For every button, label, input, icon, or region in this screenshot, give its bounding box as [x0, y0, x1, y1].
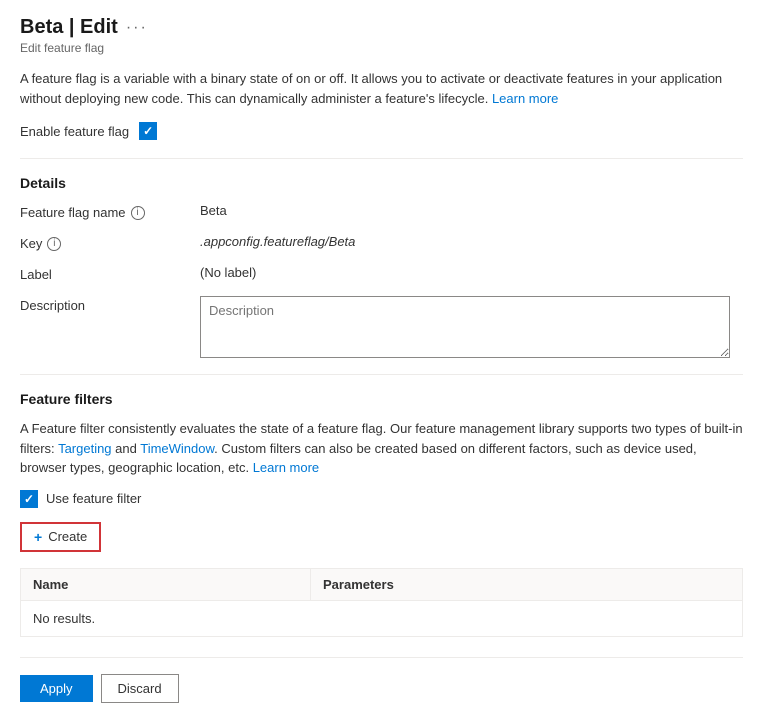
- enable-feature-flag-checkbox[interactable]: [139, 122, 157, 140]
- enable-feature-flag-row: Enable feature flag: [20, 122, 743, 140]
- description-input[interactable]: [200, 296, 730, 358]
- intro-text: A feature flag is a variable with a bina…: [20, 69, 743, 108]
- targeting-highlight: Targeting: [58, 441, 111, 456]
- discard-button[interactable]: Discard: [101, 674, 179, 703]
- enable-label: Enable feature flag: [20, 124, 129, 139]
- footer-bar: Apply Discard: [20, 657, 743, 703]
- feature-filters-section-title: Feature filters: [20, 391, 743, 407]
- ellipsis-menu[interactable]: ···: [126, 19, 148, 37]
- key-label: Key i: [20, 234, 200, 251]
- create-button-label: Create: [48, 529, 87, 544]
- divider-2: [20, 374, 743, 375]
- feature-flag-name-label: Feature flag name i: [20, 203, 200, 220]
- timewindow-highlight: TimeWindow: [140, 441, 214, 456]
- create-button[interactable]: + Create: [20, 522, 101, 552]
- label-row: Label (No label): [20, 265, 743, 282]
- key-value: .appconfig.featureflag/Beta: [200, 234, 355, 249]
- filters-table: Name Parameters No results.: [20, 568, 743, 637]
- divider-1: [20, 158, 743, 159]
- key-row: Key i .appconfig.featureflag/Beta: [20, 234, 743, 251]
- feature-filters-learn-more-link[interactable]: Learn more: [253, 460, 319, 475]
- plus-icon: +: [34, 529, 42, 545]
- feature-filters-desc: A Feature filter consistently evaluates …: [20, 419, 743, 478]
- table-empty-message: No results.: [21, 601, 742, 636]
- description-row: Description: [20, 296, 743, 358]
- use-feature-filter-checkbox[interactable]: [20, 490, 38, 508]
- apply-button[interactable]: Apply: [20, 675, 93, 702]
- feature-flag-name-row: Feature flag name i Beta: [20, 203, 743, 220]
- description-label: Description: [20, 296, 200, 313]
- table-col-params-header: Parameters: [311, 569, 692, 600]
- table-header: Name Parameters: [21, 569, 742, 601]
- use-feature-filter-label: Use feature filter: [46, 491, 141, 506]
- page-subtitle: Edit feature flag: [20, 41, 743, 55]
- table-col-actions-header: [692, 569, 742, 600]
- intro-learn-more-link[interactable]: Learn more: [492, 91, 558, 106]
- label-label: Label: [20, 265, 200, 282]
- feature-flag-name-value: Beta: [200, 203, 227, 218]
- use-feature-filter-row: Use feature filter: [20, 490, 743, 508]
- table-col-name-header: Name: [21, 569, 311, 600]
- label-value: (No label): [200, 265, 256, 280]
- feature-flag-name-info-icon[interactable]: i: [131, 206, 145, 220]
- page-title: Beta | Edit: [20, 16, 118, 39]
- details-section-title: Details: [20, 175, 743, 191]
- key-info-icon[interactable]: i: [47, 237, 61, 251]
